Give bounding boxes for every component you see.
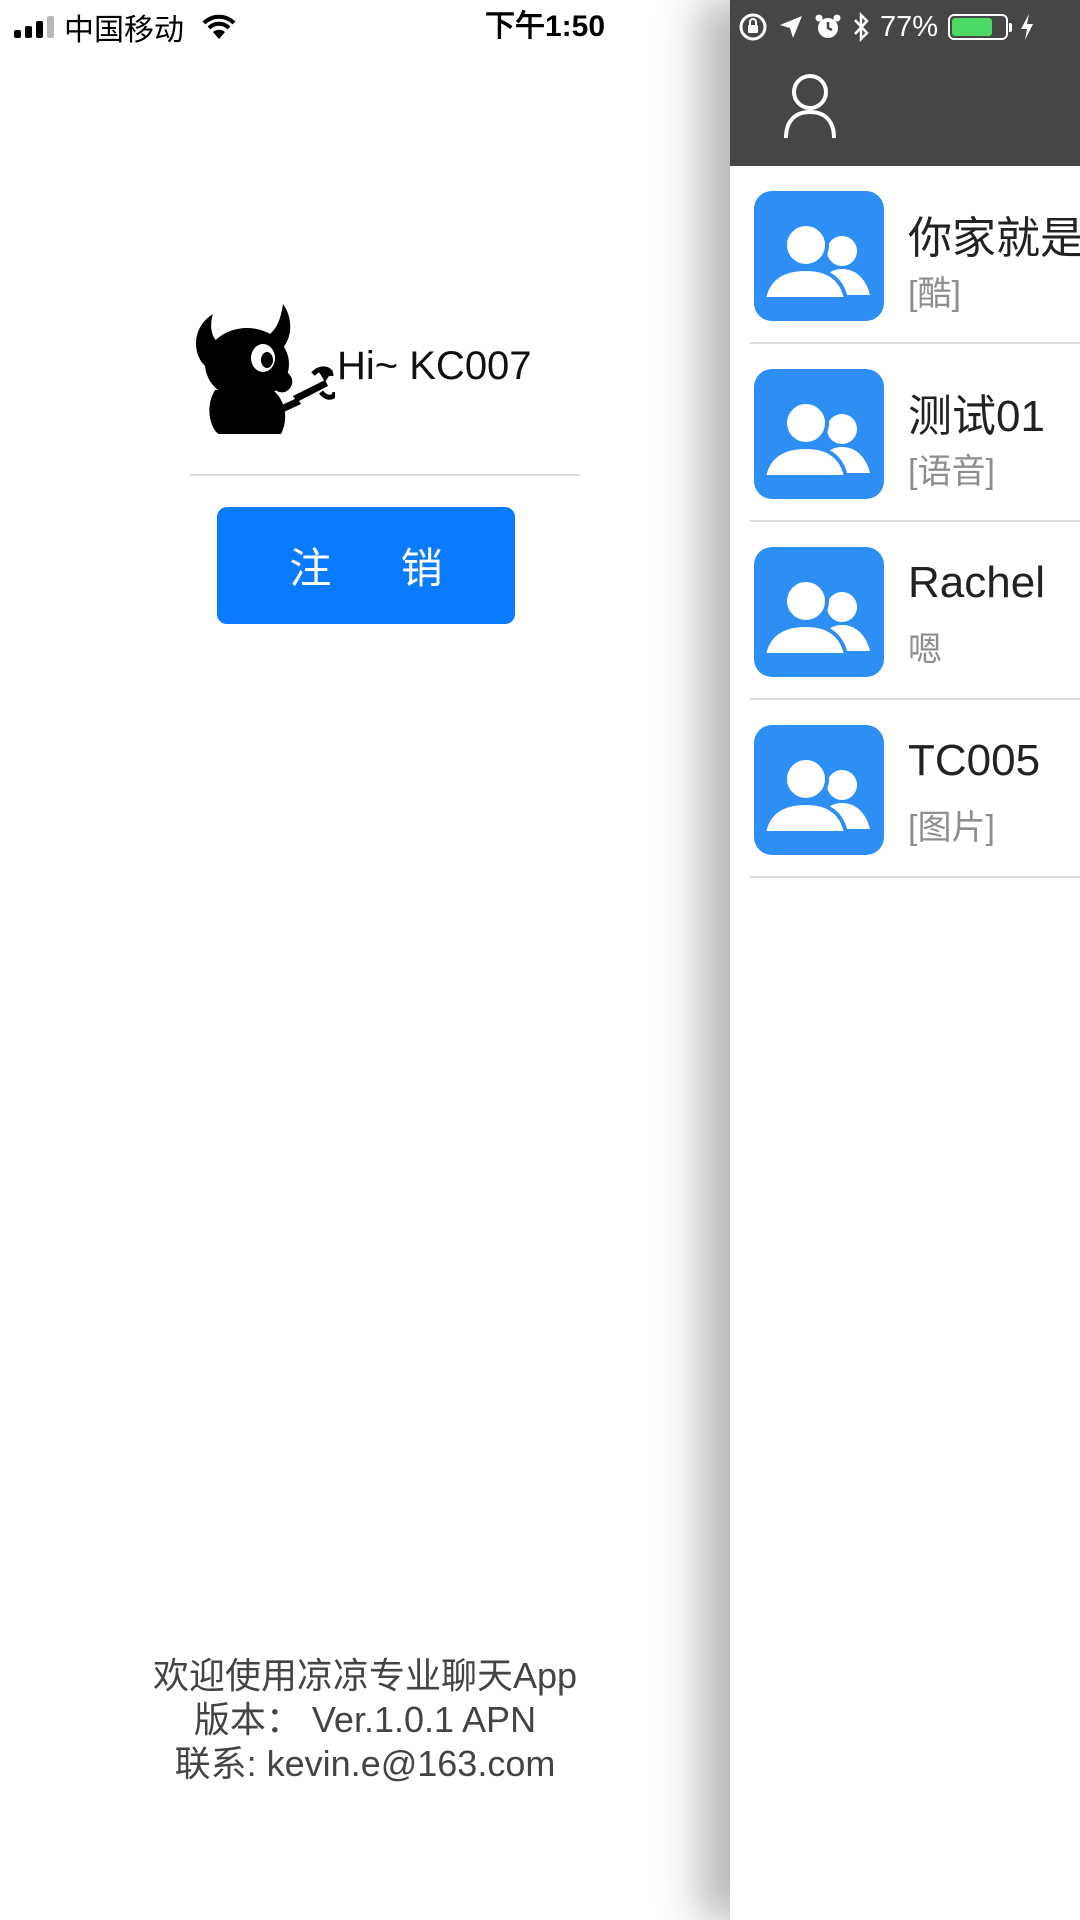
profile-divider xyxy=(190,474,580,476)
rotation-lock-icon xyxy=(739,13,767,41)
conversation-preview: [酷] xyxy=(908,275,961,313)
mascot-avatar-icon xyxy=(195,304,335,434)
battery-fill xyxy=(952,18,993,36)
conversation-name: 你家就是 xyxy=(908,214,1080,263)
battery-icon xyxy=(948,14,1013,40)
conversation-panel[interactable]: 你家就是 [酷] 测试01 [语音] Rachel 嗯 TC005 [图片] xyxy=(730,0,1080,1920)
group-avatar-icon xyxy=(754,725,884,855)
conversation-list: 你家就是 [酷] 测试01 [语音] Rachel 嗯 TC005 [图片] xyxy=(730,166,1080,878)
conversation-preview: [图片] xyxy=(908,809,995,847)
conversation-item[interactable]: TC005 [图片] xyxy=(730,700,1080,878)
conversation-name: 测试01 xyxy=(908,392,1045,441)
user-profile-icon[interactable] xyxy=(782,72,838,140)
location-icon xyxy=(780,16,802,38)
greeting-text: Hi~ KC007 xyxy=(337,344,532,388)
conversation-item[interactable]: Rachel 嗯 xyxy=(730,522,1080,700)
group-avatar-icon xyxy=(754,369,884,499)
conversation-preview: 嗯 xyxy=(908,631,942,669)
profile-header: Hi~ KC007 xyxy=(185,300,585,440)
group-avatar-icon xyxy=(754,191,884,321)
app-info-footer: 欢迎使用凉凉专业聊天App 版本： Ver.1.0.1 APN 联系: kevi… xyxy=(0,1654,730,1786)
contact-text: 联系: kevin.e@163.com xyxy=(174,1743,556,1784)
charging-icon xyxy=(1021,14,1034,40)
welcome-text: 欢迎使用凉凉专业聊天App xyxy=(152,1655,578,1696)
alarm-icon xyxy=(815,14,841,38)
conversation-item[interactable]: 你家就是 [酷] xyxy=(730,166,1080,344)
version-text: 版本： Ver.1.0.1 APN xyxy=(193,1699,537,1740)
conversation-preview: [语音] xyxy=(908,453,995,491)
conversation-name: TC005 xyxy=(908,736,1041,785)
logout-button[interactable]: 注 销 xyxy=(217,507,515,624)
bluetooth-icon xyxy=(854,12,869,42)
group-avatar-icon xyxy=(754,547,884,677)
status-bar-right: 77% xyxy=(738,0,1036,54)
conversation-item[interactable]: 测试01 [语音] xyxy=(730,344,1080,522)
battery-percent: 77% xyxy=(880,10,939,43)
conversation-name: Rachel xyxy=(908,558,1045,607)
